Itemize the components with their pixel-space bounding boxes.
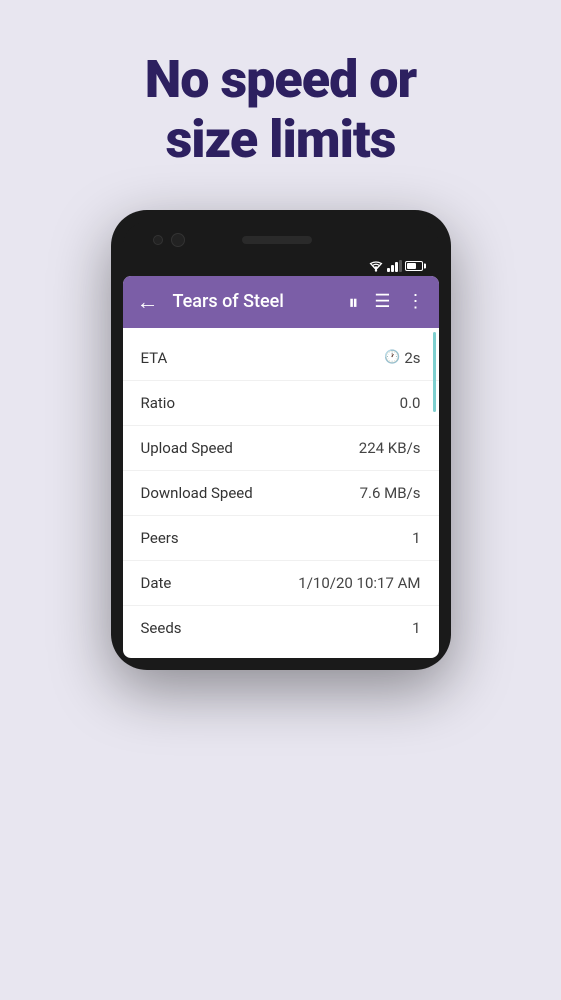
- table-row: Date 1/10/20 10:17 AM: [123, 561, 439, 606]
- battery-icon: [405, 261, 423, 271]
- pause-button[interactable]: ⏸: [348, 290, 358, 314]
- download-speed-value: 7.6 MB/s: [360, 484, 421, 502]
- ratio-label: Ratio: [141, 394, 176, 412]
- download-speed-label: Download Speed: [141, 484, 253, 502]
- eta-label: ETA: [141, 349, 168, 367]
- phone-screen: ← Tears of Steel ⏸ ☰ ⋮ ETA 🕐 2s: [123, 276, 439, 658]
- app-toolbar: ← Tears of Steel ⏸ ☰ ⋮: [123, 276, 439, 328]
- seeds-value: 1: [412, 619, 420, 637]
- more-button[interactable]: ⋮: [407, 291, 425, 312]
- status-bar: [123, 258, 439, 276]
- scrollbar-thumb[interactable]: [433, 332, 436, 412]
- phone-frame: ← Tears of Steel ⏸ ☰ ⋮ ETA 🕐 2s: [111, 210, 451, 670]
- phone-top-bar: [123, 222, 439, 258]
- info-list: ETA 🕐 2s Ratio 0.0 Upload Speed: [123, 328, 439, 658]
- list-button[interactable]: ☰: [374, 291, 390, 312]
- scrollbar-track: [433, 332, 437, 658]
- back-button[interactable]: ←: [137, 289, 159, 315]
- speaker-bar: [242, 236, 312, 244]
- signal-bar-4: [399, 260, 402, 272]
- camera-dot-large: [171, 233, 185, 247]
- date-label: Date: [141, 574, 172, 592]
- peers-value: 1: [412, 529, 420, 547]
- eta-clock-icon: 🕐: [384, 350, 400, 365]
- table-row: ETA 🕐 2s: [123, 336, 439, 381]
- phone-mockup: ← Tears of Steel ⏸ ☰ ⋮ ETA 🕐 2s: [111, 210, 451, 670]
- signal-bar-1: [387, 268, 390, 272]
- wifi-icon: [368, 260, 384, 272]
- status-icons: [368, 260, 423, 272]
- seeds-label: Seeds: [141, 619, 182, 637]
- camera-area: [153, 233, 185, 247]
- screen-content: ETA 🕐 2s Ratio 0.0 Upload Speed: [123, 328, 439, 658]
- table-row: Upload Speed 224 KB/s: [123, 426, 439, 471]
- signal-bar-2: [391, 265, 394, 272]
- signal-icon: [387, 260, 402, 272]
- table-row: Seeds 1: [123, 606, 439, 650]
- upload-speed-value: 224 KB/s: [359, 439, 421, 457]
- eta-value: 🕐 2s: [384, 349, 420, 367]
- toolbar-title: Tears of Steel: [173, 291, 349, 312]
- table-row: Peers 1: [123, 516, 439, 561]
- toolbar-actions: ⏸ ☰ ⋮: [348, 290, 424, 314]
- table-row: Ratio 0.0: [123, 381, 439, 426]
- battery-fill: [407, 263, 417, 269]
- upload-speed-label: Upload Speed: [141, 439, 233, 457]
- peers-label: Peers: [141, 529, 179, 547]
- camera-dot-small: [153, 235, 163, 245]
- hero-heading: No speed or size limits: [105, 0, 456, 200]
- date-value: 1/10/20 10:17 AM: [298, 574, 420, 592]
- signal-bar-3: [395, 262, 398, 272]
- table-row: Download Speed 7.6 MB/s: [123, 471, 439, 516]
- ratio-value: 0.0: [400, 394, 421, 412]
